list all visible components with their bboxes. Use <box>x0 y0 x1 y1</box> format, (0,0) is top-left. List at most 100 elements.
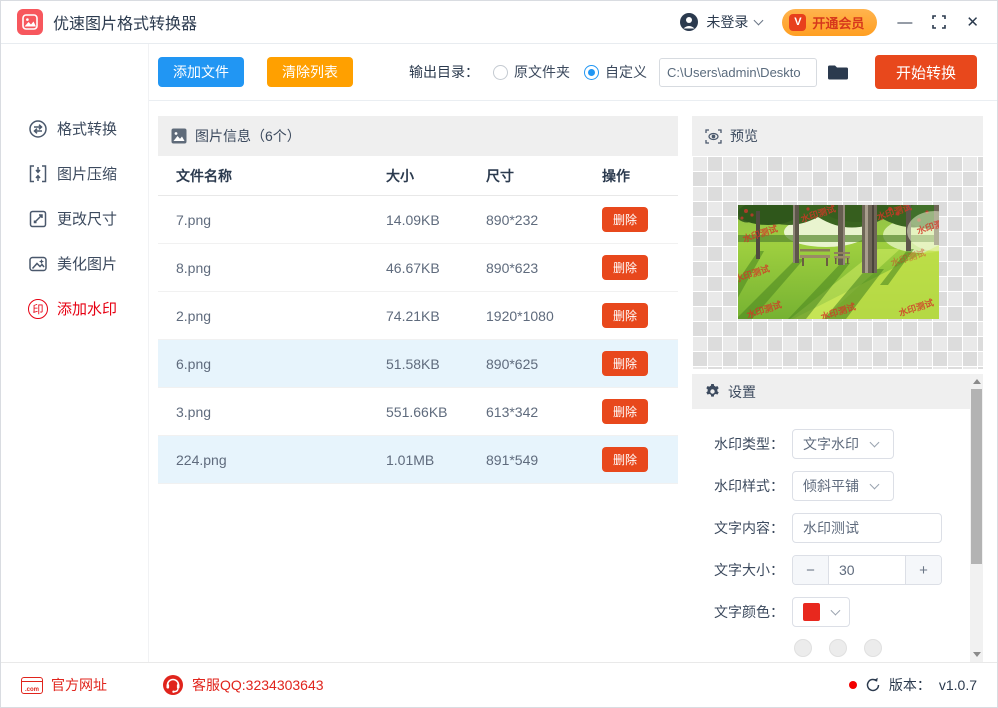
sidebar-item-watermark[interactable]: 印 添加水印 <box>1 286 148 331</box>
file-dimensions: 890*623 <box>486 260 602 276</box>
output-path-input[interactable] <box>659 58 817 87</box>
delete-button[interactable]: 删除 <box>602 255 648 280</box>
increase-button[interactable]: + <box>905 556 941 584</box>
official-website-link[interactable]: .com 官方网址 <box>21 675 107 695</box>
file-table-panel: 图片信息（6个） 文件名称 大小 尺寸 操作 7.png 14.09KB 890… <box>158 116 678 662</box>
preview-eye-icon <box>705 129 722 144</box>
text-content-label: 文字内容： <box>714 518 792 538</box>
col-filename: 文件名称 <box>158 166 386 186</box>
maximize-button[interactable] <box>932 15 946 29</box>
scroll-down-icon[interactable] <box>973 652 981 657</box>
convert-icon <box>28 119 48 139</box>
refresh-icon[interactable] <box>865 677 881 693</box>
sidebar-item-resize[interactable]: 更改尺寸 <box>1 196 148 241</box>
watermark-type-select[interactable]: 文字水印 <box>792 429 894 459</box>
file-dimensions: 1920*1080 <box>486 308 602 324</box>
delete-button[interactable]: 删除 <box>602 399 648 424</box>
delete-button[interactable]: 删除 <box>602 351 648 376</box>
vip-button[interactable]: V 开通会员 <box>782 9 877 36</box>
color-swatch <box>803 603 820 621</box>
preview-canvas: 水印测试 水印测试 水印测试 水印测试 水印测试 水印测试 水印测试 水印测试 … <box>692 156 983 369</box>
file-name: 2.png <box>158 308 386 324</box>
start-convert-button[interactable]: 开始转换 <box>875 55 977 89</box>
footer: .com 官方网址 客服QQ:3234303643 版本： v1.0.7 <box>1 662 997 707</box>
radio-custom-label: 自定义 <box>605 62 647 82</box>
beautify-icon <box>28 254 48 274</box>
close-button[interactable]: ✕ <box>966 13 979 31</box>
status-dot <box>849 681 857 689</box>
sidebar-item-compress[interactable]: 图片压缩 <box>1 151 148 196</box>
color-option[interactable] <box>864 639 882 657</box>
landscape-photo <box>738 205 939 319</box>
minimize-button[interactable]: — <box>897 14 912 31</box>
settings-title: 设置 <box>728 382 756 402</box>
color-option[interactable] <box>829 639 847 657</box>
delete-button[interactable]: 删除 <box>602 447 648 472</box>
table-row-highlighted[interactable]: 6.png 51.58KB 890*625 删除 <box>158 340 678 388</box>
sidebar-item-label: 图片压缩 <box>57 163 117 184</box>
sidebar-item-beautify[interactable]: 美化图片 <box>1 241 148 286</box>
text-size-value: 30 <box>829 556 905 584</box>
radio-original-label: 原文件夹 <box>514 62 570 82</box>
table-row[interactable]: 8.png 46.67KB 890*623 删除 <box>158 244 678 292</box>
watermark-style-select[interactable]: 倾斜平铺 <box>792 471 894 501</box>
radio-icon[interactable] <box>493 65 508 80</box>
official-website-label: 官方网址 <box>51 675 107 695</box>
file-dimensions: 613*342 <box>486 404 602 420</box>
watermark-style-row: 水印样式： 倾斜平铺 <box>714 471 983 501</box>
watermark-style-value: 倾斜平铺 <box>803 476 859 496</box>
watermark-type-value: 文字水印 <box>803 434 859 454</box>
delete-button[interactable]: 删除 <box>602 207 648 232</box>
app-logo-icon <box>17 9 43 35</box>
app-title: 优速图片格式转换器 <box>53 10 197 34</box>
radio-checked-icon[interactable] <box>584 65 599 80</box>
text-color-picker[interactable] <box>792 597 850 627</box>
file-size: 14.09KB <box>386 212 486 228</box>
preview-image: 水印测试 水印测试 水印测试 水印测试 水印测试 水印测试 水印测试 水印测试 … <box>738 205 939 319</box>
scroll-up-icon[interactable] <box>973 379 981 384</box>
table-row[interactable]: 2.png 74.21KB 1920*1080 删除 <box>158 292 678 340</box>
login-menu[interactable]: 未登录 <box>679 12 762 32</box>
sidebar-item-label: 更改尺寸 <box>57 208 117 229</box>
color-preset-dots <box>794 639 983 657</box>
browse-folder-button[interactable] <box>827 64 849 81</box>
color-option[interactable] <box>794 639 812 657</box>
file-name: 7.png <box>158 212 386 228</box>
chevron-down-icon <box>870 480 880 490</box>
user-icon <box>679 12 699 32</box>
customer-service-link[interactable]: 客服QQ:3234303643 <box>162 674 324 696</box>
resize-icon <box>28 209 48 229</box>
website-icon: .com <box>21 677 43 694</box>
table-title: 图片信息（6个） <box>195 126 301 146</box>
clear-list-button[interactable]: 清除列表 <box>267 57 353 87</box>
text-size-label: 文字大小： <box>714 560 792 580</box>
radio-custom-folder[interactable]: 自定义 <box>584 62 647 82</box>
headset-icon <box>162 674 184 696</box>
table-row[interactable]: 3.png 551.66KB 613*342 删除 <box>158 388 678 436</box>
decrease-button[interactable]: − <box>793 556 829 584</box>
file-size: 74.21KB <box>386 308 486 324</box>
version-value: v1.0.7 <box>939 677 977 693</box>
file-dimensions: 890*232 <box>486 212 602 228</box>
sidebar-item-format-convert[interactable]: 格式转换 <box>1 106 148 151</box>
preview-header: 预览 <box>692 116 983 156</box>
output-dir-label: 输出目录： <box>409 62 479 82</box>
stamp-icon: 印 <box>28 299 48 319</box>
folder-icon <box>827 64 849 81</box>
radio-original-folder[interactable]: 原文件夹 <box>493 62 570 82</box>
sidebar-item-label: 添加水印 <box>57 298 117 319</box>
chevron-down-icon <box>754 16 764 26</box>
vip-badge-icon: V <box>789 14 806 31</box>
gear-icon <box>705 384 720 399</box>
settings-scrollbar[interactable] <box>970 374 983 662</box>
table-row[interactable]: 7.png 14.09KB 890*232 删除 <box>158 196 678 244</box>
settings-header: 设置 <box>692 374 970 409</box>
sidebar: 格式转换 图片压缩 更改尺寸 美化图片 印 添加水印 <box>1 44 149 662</box>
add-files-button[interactable]: 添加文件 <box>158 57 244 87</box>
delete-button[interactable]: 删除 <box>602 303 648 328</box>
scrollbar-thumb[interactable] <box>971 389 982 564</box>
watermark-type-label: 水印类型： <box>714 434 792 454</box>
watermark-style-label: 水印样式： <box>714 476 792 496</box>
table-row-highlighted[interactable]: 224.png 1.01MB 891*549 删除 <box>158 436 678 484</box>
text-content-input[interactable] <box>792 513 942 543</box>
